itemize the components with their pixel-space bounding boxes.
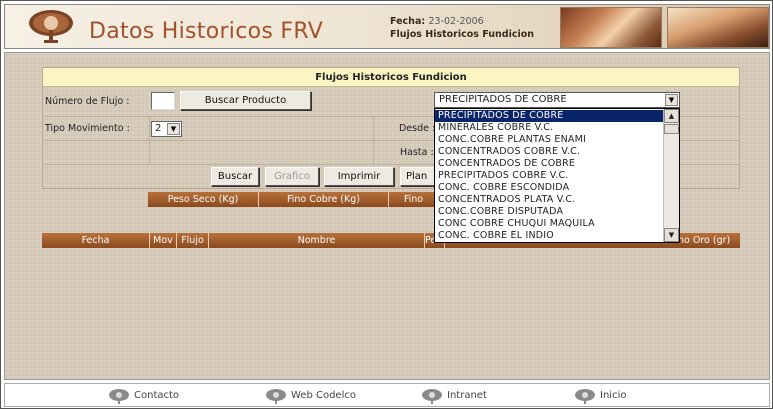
footer-contacto-label: Contacto <box>134 390 180 401</box>
header-banner: Datos Historicos FRV Fecha: 23-02-2006 F… <box>4 4 770 49</box>
dropdown-scrollbar[interactable]: ▲ ▼ <box>663 109 679 242</box>
fecha-label: Fecha: <box>390 16 426 27</box>
dropdown-option[interactable]: MINERALES COBRE V.C. <box>435 122 664 134</box>
header-info: Fecha: 23-02-2006 Flujos Historicos Fund… <box>390 15 534 41</box>
chevron-down-icon[interactable]: ▼ <box>665 94 678 106</box>
hasta-label: Hasta : <box>400 147 434 158</box>
app-title: Datos Historicos FRV <box>89 19 324 44</box>
numero-flujo-label: Número de Flujo : <box>45 96 130 107</box>
producto-selected-value: PRECIPITADOS DE COBRE <box>439 94 567 105</box>
codelco-logo-icon <box>29 10 73 43</box>
dropdown-option[interactable]: CONCENTRADOS DE COBRE <box>435 158 664 170</box>
scroll-down-icon[interactable]: ▼ <box>664 228 679 242</box>
grafico-button[interactable]: Grafico <box>265 167 319 186</box>
dropdown-option[interactable]: CONC.COBRE PLANTAS ENAMI <box>435 134 664 146</box>
numero-flujo-input[interactable] <box>151 92 175 110</box>
tipo-movimiento-value: 2 <box>155 123 162 134</box>
codelco-bullet-icon <box>575 389 595 404</box>
dropdown-option[interactable]: CONCENTRADOS COBRE V.C. <box>435 146 664 158</box>
imprimir-button[interactable]: Imprimir <box>324 167 394 186</box>
fecha-value: 23-02-2006 <box>428 16 484 27</box>
header-subtitle: Flujos Historicos Fundicion <box>390 29 535 40</box>
dropdown-option[interactable]: CONC.COBRE DISPUTADA <box>435 206 664 218</box>
codelco-bullet-icon <box>266 389 286 404</box>
producto-dropdown-list: PRECIPITADOS DE COBRE MINERALES COBRE V.… <box>434 108 680 243</box>
tipo-movimiento-select[interactable]: 2 ▼ <box>151 121 182 137</box>
producto-select[interactable]: PRECIPITADOS DE COBRE ▼ <box>434 92 680 108</box>
buscar-producto-button[interactable]: Buscar Producto <box>180 91 311 110</box>
form-divider <box>149 116 150 164</box>
footer-nav: Contacto Web Codelco Intranet Inicio <box>4 383 770 407</box>
col-peso-seco: Peso Seco (Kg) <box>148 192 259 207</box>
col-fino: Fino <box>403 194 424 205</box>
summary-header: Peso Seco (Kg) Fino Cobre (Kg) Fino <box>148 192 438 207</box>
header-photo-1 <box>560 7 662 48</box>
scroll-up-icon[interactable]: ▲ <box>664 109 679 123</box>
dropdown-option[interactable]: PRECIPITADOS COBRE V.C. <box>435 170 664 182</box>
dropdown-option[interactable]: CONC. COBRE EL INDIO <box>435 230 664 242</box>
codelco-bullet-icon <box>422 389 442 404</box>
form-title: Flujos Historicos Fundicion <box>43 68 739 87</box>
header-photo-2 <box>667 7 769 48</box>
form-divider <box>373 116 374 164</box>
codelco-bullet-icon <box>109 389 129 404</box>
col-flujo: Flujo <box>177 233 209 248</box>
footer-web-codelco-label: Web Codelco <box>291 390 356 401</box>
footer-intranet-label: Intranet <box>447 390 487 401</box>
col-fecha: Fecha <box>42 233 150 248</box>
col-fino-oro: no Oro (gr) <box>678 235 731 246</box>
tipo-movimiento-label: Tipo Movimiento : <box>45 123 130 134</box>
footer-inicio-label: Inicio <box>600 390 627 401</box>
col-mov: Mov <box>150 233 177 248</box>
dropdown-option[interactable]: CONC COBRE CHUQUI MAQUILA <box>435 218 664 230</box>
scroll-thumb[interactable] <box>664 124 679 134</box>
col-fino-cobre: Fino Cobre (Kg) <box>259 192 389 207</box>
desde-label: Desde : <box>399 123 436 134</box>
buscar-button[interactable]: Buscar <box>211 167 259 186</box>
dropdown-option[interactable]: CONC. COBRE ESCONDIDA <box>435 182 664 194</box>
col-nombre: Nombre <box>209 233 425 248</box>
dropdown-option[interactable]: PRECIPITADOS DE COBRE <box>435 110 664 122</box>
app-window: Datos Historicos FRV Fecha: 23-02-2006 F… <box>0 0 773 409</box>
chevron-down-icon[interactable]: ▼ <box>167 123 180 135</box>
dropdown-option[interactable]: CONCENTRADOS PLATA V.C. <box>435 194 664 206</box>
